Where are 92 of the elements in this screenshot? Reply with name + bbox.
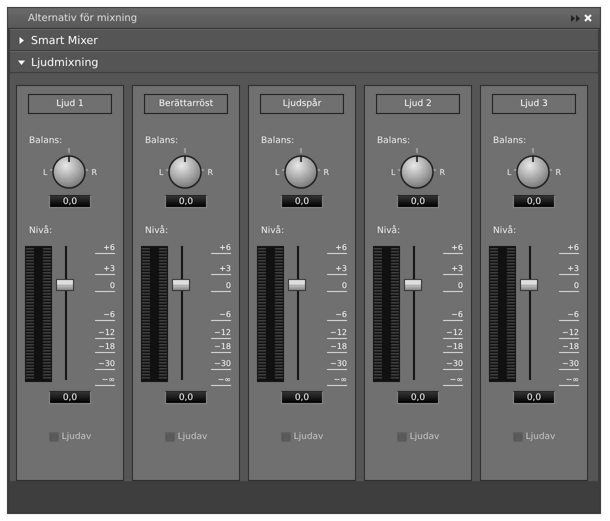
fader-handle[interactable] [56, 278, 74, 291]
scale-label: −∞ [95, 375, 115, 386]
scale-label: −18 [327, 342, 347, 353]
mute-label: Ljudav [294, 432, 324, 442]
scale-label: +3 [559, 264, 579, 275]
right-label: R [555, 168, 562, 176]
scale-label: −6 [559, 310, 579, 321]
balance-label: Balans: [493, 136, 526, 146]
level-value[interactable]: 0,0 [513, 391, 555, 404]
left-label: L [42, 168, 48, 176]
left-label: L [390, 168, 396, 176]
caret-down-icon [18, 58, 25, 66]
balance-value[interactable]: 0,0 [281, 195, 323, 208]
scale-label: −∞ [211, 375, 231, 386]
scale-label: −6 [443, 310, 463, 321]
scale-label: −12 [211, 328, 231, 339]
channel-name: Ljudspår [260, 94, 344, 114]
right-label: R [207, 168, 214, 176]
scale-label: −12 [443, 328, 463, 339]
section-header[interactable]: Ljudmixning [10, 51, 598, 73]
scale-label: −18 [559, 342, 579, 353]
scale-label: +3 [95, 264, 115, 275]
scale-label: −30 [211, 359, 231, 370]
scale-label: −30 [95, 359, 115, 370]
scale-label: +6 [443, 243, 463, 254]
double-arrow-icon[interactable] [571, 14, 580, 22]
channel-name: Ljud 2 [376, 94, 460, 114]
mute-label: Ljudav [178, 432, 208, 442]
caret-right-icon [18, 36, 25, 44]
balance-value[interactable]: 0,0 [397, 195, 439, 208]
channel-name: Berättarröst [144, 94, 228, 114]
scale-label: 0 [443, 281, 463, 292]
scale-label: 0 [95, 281, 115, 292]
window-title: Alternativ för mixning [28, 12, 138, 24]
scale-label: +6 [211, 243, 231, 254]
left-label: L [158, 168, 164, 176]
section-header[interactable]: Smart Mixer [10, 29, 598, 51]
balance-value[interactable]: 0,0 [165, 195, 207, 208]
scale-label: +3 [327, 264, 347, 275]
level-value[interactable]: 0,0 [281, 391, 323, 404]
fader-handle[interactable] [404, 278, 422, 291]
channel-name: Ljud 1 [28, 94, 112, 114]
left-label: L [506, 168, 512, 176]
balance-value[interactable]: 0,0 [513, 195, 555, 208]
mute-label: Ljudav [526, 432, 556, 442]
mute-label: Ljudav [62, 432, 92, 442]
level-label: Nivå: [29, 226, 52, 236]
scale-label: −6 [95, 310, 115, 321]
scale-label: 0 [559, 281, 579, 292]
scale-label: +3 [443, 264, 463, 275]
level-label: Nivå: [377, 226, 400, 236]
scale-label: −12 [327, 328, 347, 339]
scale-label: +3 [211, 264, 231, 275]
scale-label: −12 [559, 328, 579, 339]
close-icon[interactable] [584, 14, 592, 22]
scale-label: +6 [559, 243, 579, 254]
scale-label: −30 [559, 359, 579, 370]
balance-value[interactable]: 0,0 [49, 195, 91, 208]
balance-label: Balans: [145, 136, 178, 146]
channel-name: Ljud 3 [492, 94, 576, 114]
scale-label: −18 [95, 342, 115, 353]
left-label: L [274, 168, 280, 176]
fader-handle[interactable] [520, 278, 538, 291]
fader-handle[interactable] [172, 278, 190, 291]
level-label: Nivå: [493, 226, 516, 236]
level-value[interactable]: 0,0 [49, 391, 91, 404]
fader-handle[interactable] [288, 278, 306, 291]
scale-label: −∞ [327, 375, 347, 386]
level-value[interactable]: 0,0 [165, 391, 207, 404]
right-label: R [91, 168, 98, 176]
scale-label: −∞ [559, 375, 579, 386]
scale-label: −12 [95, 328, 115, 339]
balance-label: Balans: [377, 136, 410, 146]
right-label: R [439, 168, 446, 176]
scale-label: 0 [211, 281, 231, 292]
scale-label: +6 [327, 243, 347, 254]
scale-label: 0 [327, 281, 347, 292]
scale-label: −6 [327, 310, 347, 321]
scale-label: −∞ [443, 375, 463, 386]
right-label: R [323, 168, 330, 176]
balance-label: Balans: [261, 136, 294, 146]
scale-label: −30 [327, 359, 347, 370]
level-value[interactable]: 0,0 [397, 391, 439, 404]
level-label: Nivå: [261, 226, 284, 236]
balance-label: Balans: [29, 136, 62, 146]
scale-label: −18 [443, 342, 463, 353]
level-label: Nivå: [145, 226, 168, 236]
mute-label: Ljudav [410, 432, 440, 442]
scale-label: +6 [95, 243, 115, 254]
scale-label: −18 [211, 342, 231, 353]
scale-label: −6 [211, 310, 231, 321]
scale-label: −30 [443, 359, 463, 370]
